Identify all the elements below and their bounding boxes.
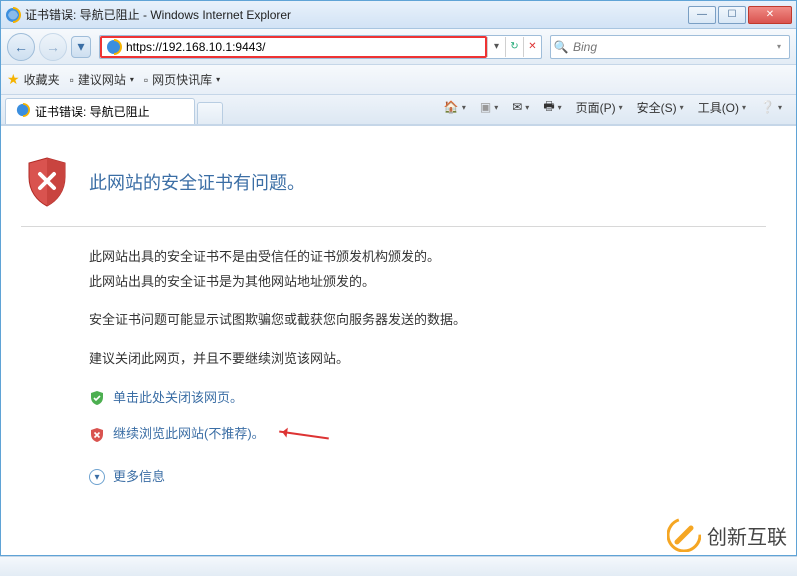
print-button[interactable]: 🖶▾ xyxy=(539,95,565,120)
mail-button[interactable]: ✉▾ xyxy=(508,98,533,116)
print-icon: 🖶 xyxy=(543,97,554,118)
watermark: 创新互联 xyxy=(667,518,787,552)
web-slice[interactable]: ▫网页快讯库▾ xyxy=(144,71,220,88)
chevron-down-icon: ▾ xyxy=(89,469,105,485)
title-bar: 证书错误: 导航已阻止 - Windows Internet Explorer … xyxy=(1,1,796,29)
maximize-button[interactable]: ☐ xyxy=(718,6,746,24)
search-dropdown[interactable]: ▾ xyxy=(769,42,789,51)
url-dropdown[interactable]: ▾ xyxy=(487,37,505,57)
forward-button[interactable]: → xyxy=(39,33,67,61)
url-text: https://192.168.10.1:9443/ xyxy=(124,40,483,54)
home-button[interactable]: 🏠▾ xyxy=(440,98,470,116)
search-provider-icon[interactable]: 🔍 xyxy=(551,40,571,54)
tools-menu[interactable]: 工具(O)▾ xyxy=(694,97,750,118)
shield-ok-icon xyxy=(89,390,105,406)
watermark-logo-icon xyxy=(667,518,701,552)
feeds-button[interactable]: ▣▾ xyxy=(476,98,502,116)
cert-msg-address: 此网站出具的安全证书是为其他网站地址颁发的。 xyxy=(89,270,766,295)
shield-error-icon xyxy=(25,156,69,208)
continue-anyway-link[interactable]: 继续浏览此网站(不推荐)。 xyxy=(89,422,766,447)
stop-button[interactable]: ✕ xyxy=(523,37,541,57)
tab-cert-error[interactable]: 证书错误: 导航已阻止 xyxy=(5,98,195,124)
cert-msg-issuer: 此网站出具的安全证书不是由受信任的证书颁发机构颁发的。 xyxy=(89,245,766,270)
tab-bar: 证书错误: 导航已阻止 🏠▾ ▣▾ ✉▾ 🖶▾ 页面(P)▾ 安全(S)▾ 工具… xyxy=(1,95,796,125)
close-page-link[interactable]: 单击此处关闭该网页。 xyxy=(89,386,766,411)
search-input[interactable] xyxy=(571,40,769,54)
safety-menu[interactable]: 安全(S)▾ xyxy=(633,97,688,118)
more-info-toggle[interactable]: ▾ 更多信息 xyxy=(89,465,766,490)
page-icon: ▫ xyxy=(144,73,148,87)
help-button[interactable]: ❔▾ xyxy=(756,98,786,116)
annotation-arrow xyxy=(279,430,329,439)
ie-icon xyxy=(16,103,30,120)
close-button[interactable]: ✕ xyxy=(748,6,792,24)
cert-error-heading: 此网站的安全证书有问题。 xyxy=(89,169,305,195)
home-icon: 🏠 xyxy=(444,100,459,114)
nav-bar: ← → ▾ https://192.168.10.1:9443/ ▾ ↻ ✕ 🔍… xyxy=(1,29,796,65)
search-box[interactable]: 🔍 ▾ xyxy=(550,35,790,59)
tab-label: 证书错误: 导航已阻止 xyxy=(35,103,150,120)
star-icon: ★ xyxy=(7,71,20,88)
status-bar xyxy=(0,556,797,576)
suggested-sites[interactable]: ▫建议网站▾ xyxy=(70,71,134,88)
page-icon xyxy=(106,39,122,55)
address-bar[interactable]: https://192.168.10.1:9443/ ▾ ↻ ✕ xyxy=(99,35,542,59)
watermark-text: 创新互联 xyxy=(707,521,787,550)
recent-dropdown[interactable]: ▾ xyxy=(71,36,91,58)
window-title: 证书错误: 导航已阻止 - Windows Internet Explorer xyxy=(25,6,688,23)
page-menu[interactable]: 页面(P)▾ xyxy=(572,97,627,118)
new-tab-button[interactable] xyxy=(197,102,223,124)
cert-msg-warning: 安全证书问题可能显示试图欺骗您或截获您向服务器发送的数据。 xyxy=(89,308,766,333)
back-button[interactable]: ← xyxy=(7,33,35,61)
rss-icon: ▣ xyxy=(480,100,491,114)
help-icon: ❔ xyxy=(760,100,775,114)
ie-icon xyxy=(5,7,21,23)
page-icon: ▫ xyxy=(70,73,74,87)
favorites-button[interactable]: ★收藏夹 xyxy=(7,71,60,88)
cert-msg-recommend: 建议关闭此网页，并且不要继续浏览该网站。 xyxy=(89,347,766,372)
favorites-bar: ★收藏夹 ▫建议网站▾ ▫网页快讯库▾ xyxy=(1,65,796,95)
mail-icon: ✉ xyxy=(512,100,522,114)
shield-bad-icon xyxy=(89,427,105,443)
page-content: 此网站的安全证书有问题。 此网站出具的安全证书不是由受信任的证书颁发机构颁发的。… xyxy=(1,125,796,555)
minimize-button[interactable]: — xyxy=(688,6,716,24)
refresh-button[interactable]: ↻ xyxy=(505,37,523,57)
